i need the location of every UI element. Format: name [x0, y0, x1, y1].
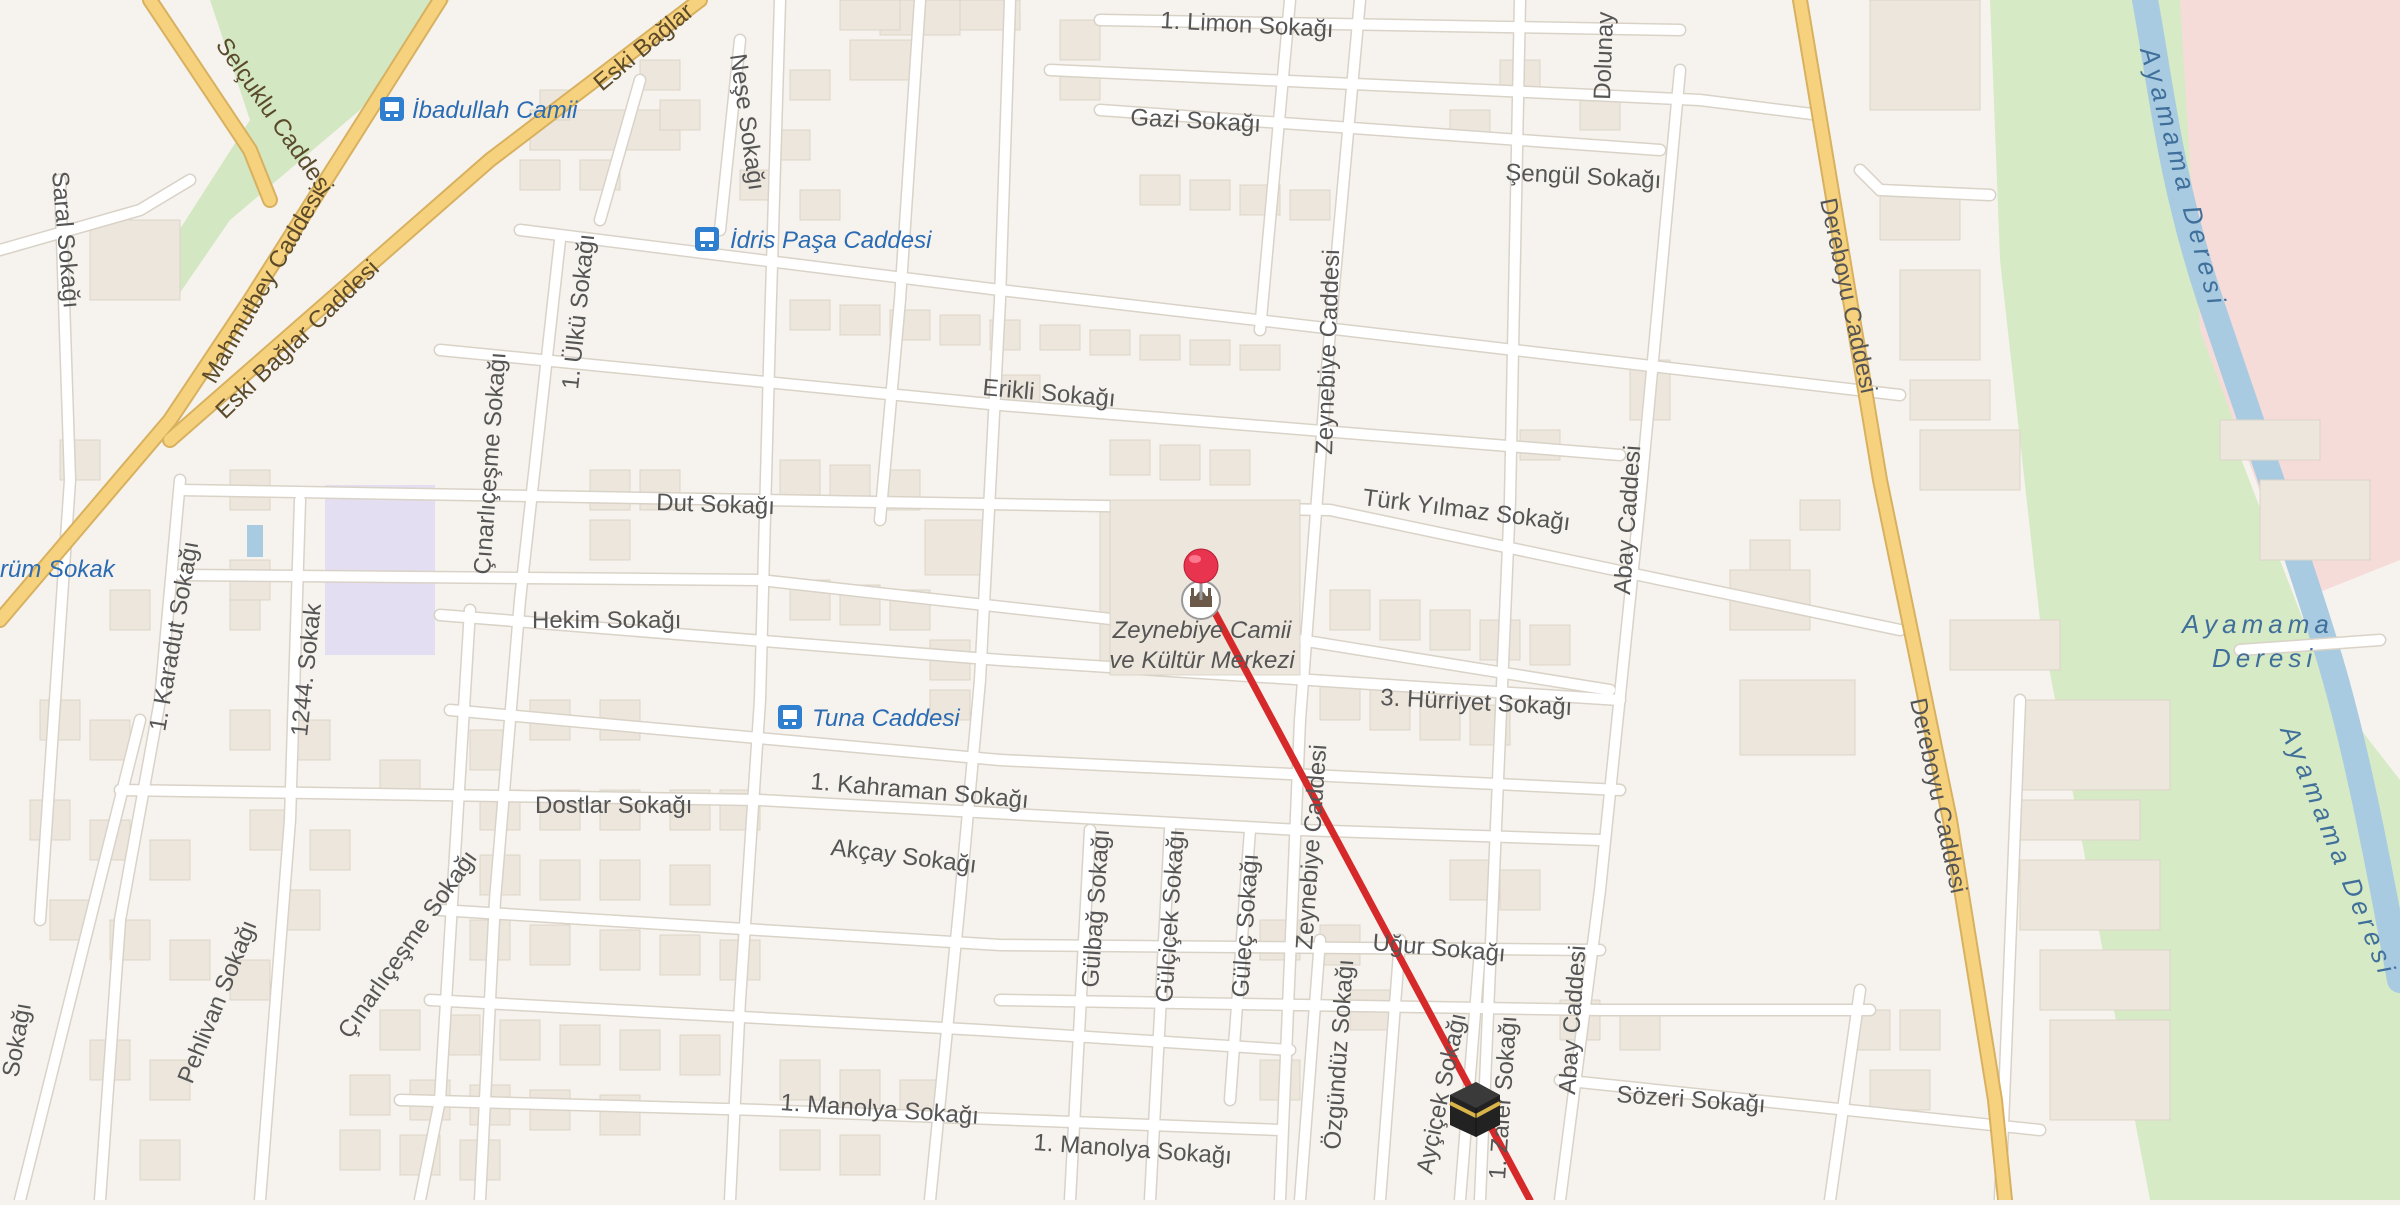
street-label: Dut Sokağı: [656, 489, 776, 520]
area-label: Deresi: [2212, 643, 2317, 673]
bus-stop-label: Tuna Caddesi: [812, 705, 960, 732]
map-pin-icon[interactable]: [1183, 548, 1219, 584]
pool: [247, 525, 263, 557]
bus-stop-label: İdris Paşa Caddesi: [730, 227, 932, 254]
street-label: Dolunay: [1589, 11, 1619, 100]
bus-stop-label: İbadullah Camii: [412, 97, 578, 124]
street-label: Hekim Sokağı: [532, 607, 681, 634]
poi-name-line2: ve Kültür Merkezi: [1109, 647, 1295, 674]
street-label: Dostlar Sokağı: [535, 792, 692, 819]
poi-name-line1: Zeynebiye Camii: [1112, 617, 1292, 644]
place-label: rüm Sokak: [0, 556, 117, 583]
map-canvas[interactable]: 1. Limon Sokağı Gazi Sokağı Şengül Sokağ…: [0, 0, 2400, 1205]
map-view[interactable]: 1. Limon Sokağı Gazi Sokağı Şengül Sokağ…: [0, 0, 2400, 1205]
bus-stop-idris-pasa[interactable]: [695, 227, 719, 251]
area-label: Ayamama: [2180, 609, 2334, 639]
